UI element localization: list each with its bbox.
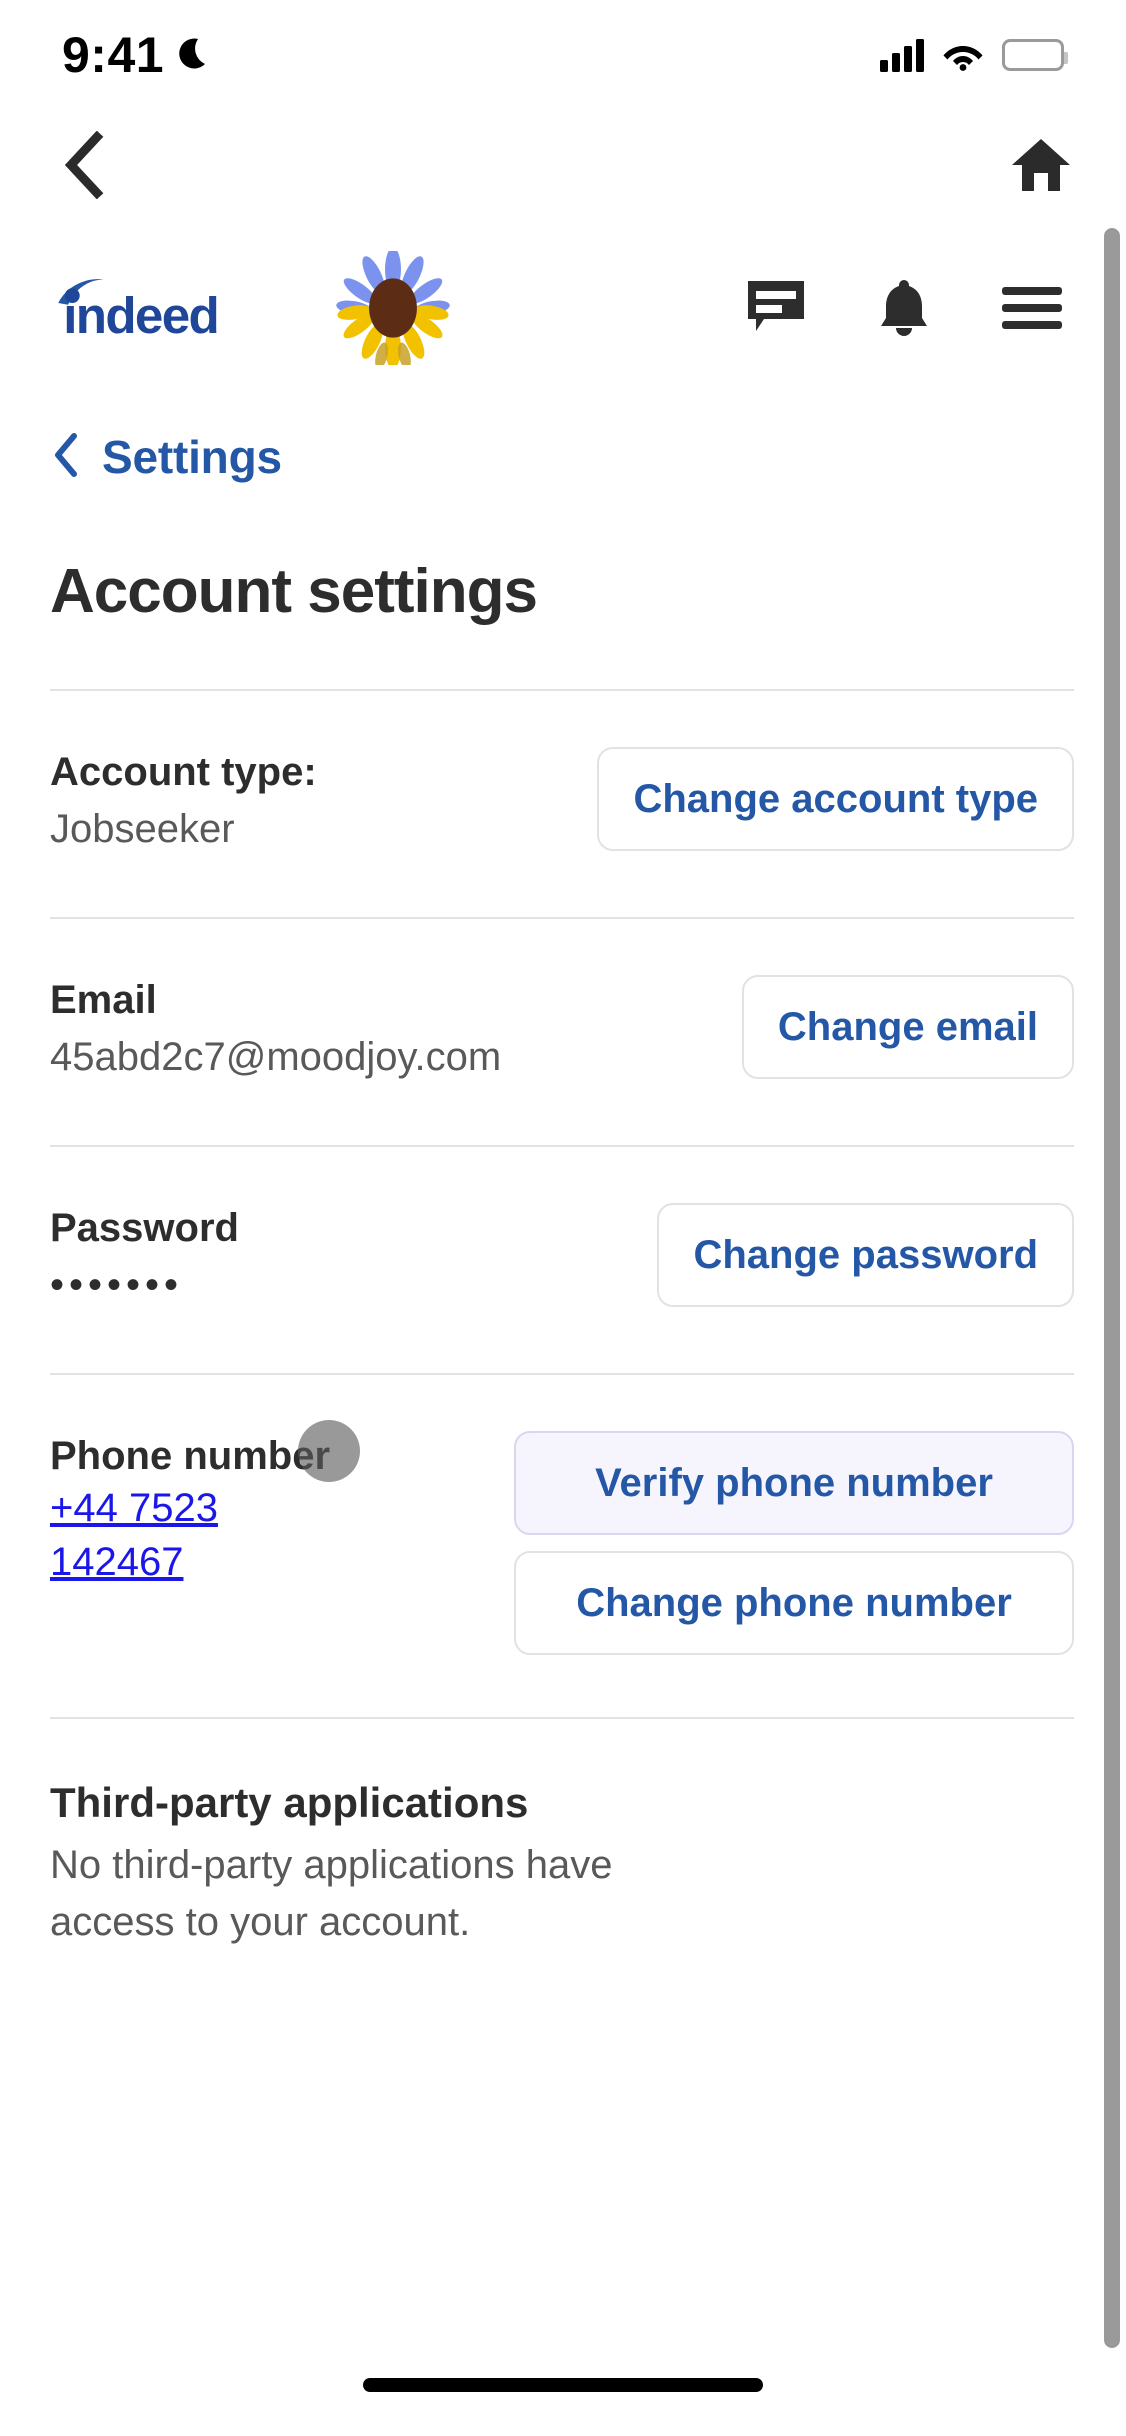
wifi-icon bbox=[942, 39, 984, 71]
hamburger-menu-icon[interactable] bbox=[1002, 286, 1062, 330]
change-account-type-button[interactable]: Change account type bbox=[597, 747, 1074, 851]
browser-home-button[interactable] bbox=[1006, 130, 1076, 200]
battery-full-icon bbox=[1002, 39, 1068, 71]
indeed-site-header: indeed bbox=[0, 228, 1126, 388]
row-label: Password bbox=[50, 1206, 239, 1250]
row-info: Email 45abd2c7@moodjoy.com bbox=[50, 975, 502, 1083]
status-bar-left: 9:41 bbox=[62, 30, 214, 80]
row-actions: Change account type bbox=[597, 747, 1074, 851]
third-party-title: Third-party applications bbox=[50, 1779, 529, 1826]
setting-row-password: Password ••••••• Change password bbox=[0, 1147, 1126, 1311]
message-bubble-icon[interactable] bbox=[746, 279, 806, 337]
do-not-disturb-moon-icon bbox=[178, 36, 214, 74]
row-actions: Change password bbox=[657, 1203, 1074, 1307]
breadcrumb-label: Settings bbox=[102, 431, 282, 483]
page-viewport: indeed Settings Account settings Account… bbox=[0, 228, 1126, 2348]
svg-text:indeed: indeed bbox=[63, 287, 218, 341]
change-email-button[interactable]: Change email bbox=[741, 975, 1074, 1079]
third-party-applications-section: Third-party applications No third-party … bbox=[0, 1719, 1126, 1951]
setting-row-phone-number: Phone number +44 7523 142467 Verify phon… bbox=[0, 1375, 1126, 1655]
third-party-description: No third-party applications have access … bbox=[50, 1843, 613, 1944]
home-indicator bbox=[363, 2378, 763, 2392]
page-title: Account settings bbox=[50, 557, 538, 626]
browser-nav-bar bbox=[0, 110, 1126, 220]
chevron-left-icon bbox=[52, 432, 80, 483]
status-bar: 9:41 bbox=[0, 0, 1126, 110]
bell-icon[interactable] bbox=[876, 278, 932, 338]
sunflower-icon bbox=[335, 251, 450, 365]
row-label: Email bbox=[50, 978, 157, 1022]
status-bar-clock: 9:41 bbox=[62, 27, 165, 83]
row-value-masked-password: ••••••• bbox=[50, 1263, 184, 1307]
scrollbar-thumb[interactable] bbox=[1104, 228, 1120, 2348]
row-value: Jobseeker bbox=[50, 807, 235, 851]
setting-row-email: Email 45abd2c7@moodjoy.com Change email bbox=[0, 919, 1126, 1083]
row-label: Account type: bbox=[50, 750, 317, 794]
row-label: Phone number bbox=[50, 1434, 331, 1478]
row-actions: Change email bbox=[741, 975, 1074, 1079]
row-value: 45abd2c7@moodjoy.com bbox=[50, 1035, 502, 1079]
change-password-button[interactable]: Change password bbox=[657, 1203, 1074, 1307]
change-phone-number-button[interactable]: Change phone number bbox=[514, 1551, 1074, 1655]
header-actions bbox=[746, 278, 1082, 338]
breadcrumb-settings-back-link[interactable]: Settings bbox=[0, 388, 1126, 484]
vertical-scrollbar[interactable] bbox=[1104, 228, 1120, 2348]
browser-back-button[interactable] bbox=[50, 130, 120, 200]
brand-group[interactable]: indeed bbox=[50, 251, 450, 365]
row-actions: Verify phone number Change phone number bbox=[514, 1431, 1074, 1655]
row-info: Account type: Jobseeker bbox=[50, 747, 317, 855]
row-info: Phone number +44 7523 142467 bbox=[50, 1431, 350, 1589]
row-info: Password ••••••• bbox=[50, 1203, 239, 1311]
cellular-signal-icon bbox=[880, 38, 924, 72]
indeed-logo[interactable]: indeed bbox=[50, 275, 298, 341]
verify-phone-number-button[interactable]: Verify phone number bbox=[514, 1431, 1074, 1535]
phone-screen: 9:41 indeed Settings Account settings Ac… bbox=[0, 0, 1126, 2436]
status-bar-right bbox=[880, 38, 1068, 72]
setting-row-account-type: Account type: Jobseeker Change account t… bbox=[0, 691, 1126, 855]
phone-number-link[interactable]: +44 7523 142467 bbox=[50, 1486, 218, 1584]
